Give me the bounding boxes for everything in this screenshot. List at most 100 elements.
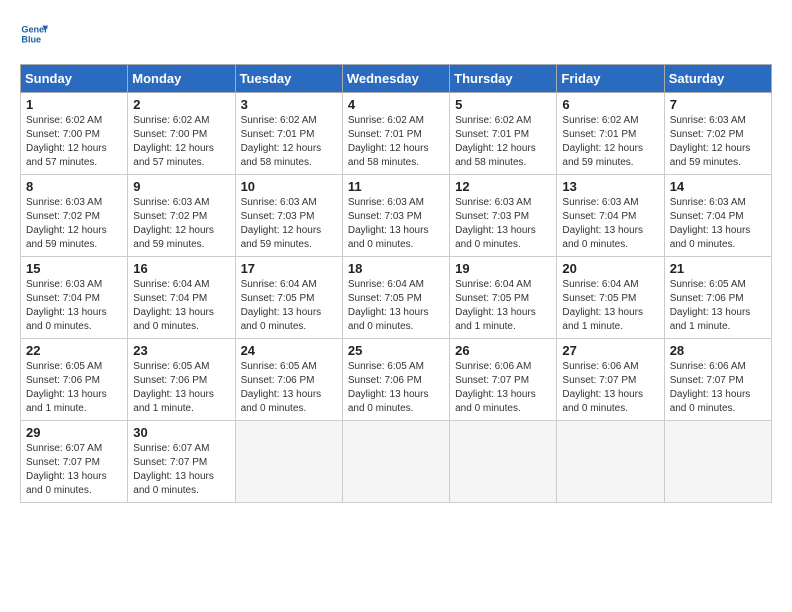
logo: General Blue	[20, 20, 52, 48]
day-info: Sunrise: 6:05 AM Sunset: 7:06 PM Dayligh…	[133, 360, 229, 416]
calendar-cell: 20 Sunrise: 6:04 AM Sunset: 7:05 PM Dayli…	[557, 257, 664, 339]
day-info: Sunrise: 6:04 AM Sunset: 7:05 PM Dayligh…	[348, 278, 444, 334]
day-info: Sunrise: 6:03 AM Sunset: 7:04 PM Dayligh…	[562, 196, 658, 252]
day-number: 3	[241, 97, 337, 112]
day-info: Sunrise: 6:05 AM Sunset: 7:06 PM Dayligh…	[670, 278, 766, 334]
day-info: Sunrise: 6:05 AM Sunset: 7:06 PM Dayligh…	[348, 360, 444, 416]
day-number: 19	[455, 261, 551, 276]
day-number: 5	[455, 97, 551, 112]
calendar-cell: 17 Sunrise: 6:04 AM Sunset: 7:05 PM Dayli…	[235, 257, 342, 339]
day-number: 11	[348, 179, 444, 194]
day-of-week-header: Sunday	[21, 65, 128, 93]
calendar-week-row: 15Sunrise: 6:03 AM Sunset: 7:04 PM Dayli…	[21, 257, 772, 339]
calendar-cell: 14 Sunrise: 6:03 AM Sunset: 7:04 PM Dayli…	[664, 175, 771, 257]
day-number: 29	[26, 425, 122, 440]
calendar-week-row: 1Sunrise: 6:02 AM Sunset: 7:00 PM Daylig…	[21, 93, 772, 175]
logo-icon: General Blue	[20, 20, 48, 48]
calendar-body: 1Sunrise: 6:02 AM Sunset: 7:00 PM Daylig…	[21, 93, 772, 503]
day-info: Sunrise: 6:03 AM Sunset: 7:03 PM Dayligh…	[241, 196, 337, 252]
calendar-header-row: SundayMondayTuesdayWednesdayThursdayFrid…	[21, 65, 772, 93]
day-number: 4	[348, 97, 444, 112]
day-number: 27	[562, 343, 658, 358]
day-number: 24	[241, 343, 337, 358]
day-info: Sunrise: 6:04 AM Sunset: 7:05 PM Dayligh…	[455, 278, 551, 334]
calendar-cell: 18 Sunrise: 6:04 AM Sunset: 7:05 PM Dayli…	[342, 257, 449, 339]
calendar-cell: 22Sunrise: 6:05 AM Sunset: 7:06 PM Dayli…	[21, 339, 128, 421]
calendar-cell: 28 Sunrise: 6:06 AM Sunset: 7:07 PM Dayli…	[664, 339, 771, 421]
calendar-cell: 13 Sunrise: 6:03 AM Sunset: 7:04 PM Dayli…	[557, 175, 664, 257]
day-number: 18	[348, 261, 444, 276]
calendar-cell: 8 Sunrise: 6:03 AM Sunset: 7:02 PM Daylig…	[21, 175, 128, 257]
day-of-week-header: Wednesday	[342, 65, 449, 93]
day-info: Sunrise: 6:02 AM Sunset: 7:01 PM Dayligh…	[455, 114, 551, 170]
day-of-week-header: Monday	[128, 65, 235, 93]
day-info: Sunrise: 6:02 AM Sunset: 7:00 PM Dayligh…	[26, 114, 122, 170]
day-info: Sunrise: 6:03 AM Sunset: 7:02 PM Dayligh…	[670, 114, 766, 170]
day-info: Sunrise: 6:05 AM Sunset: 7:06 PM Dayligh…	[241, 360, 337, 416]
day-number: 23	[133, 343, 229, 358]
calendar-cell: 29Sunrise: 6:07 AM Sunset: 7:07 PM Dayli…	[21, 421, 128, 503]
day-info: Sunrise: 6:04 AM Sunset: 7:05 PM Dayligh…	[562, 278, 658, 334]
calendar-cell	[342, 421, 449, 503]
svg-text:Blue: Blue	[21, 34, 41, 44]
calendar-cell: 5 Sunrise: 6:02 AM Sunset: 7:01 PM Daylig…	[450, 93, 557, 175]
day-number: 22	[26, 343, 122, 358]
calendar-cell: 23 Sunrise: 6:05 AM Sunset: 7:06 PM Dayli…	[128, 339, 235, 421]
calendar-week-row: 29 Sunrise: 6:07 AM Sunset: 7:07 PM Dayli…	[21, 421, 772, 503]
day-info: Sunrise: 6:04 AM Sunset: 7:05 PM Dayligh…	[241, 278, 337, 334]
calendar-cell: 15Sunrise: 6:03 AM Sunset: 7:04 PM Dayli…	[21, 257, 128, 339]
day-number: 10	[241, 179, 337, 194]
day-info: Sunrise: 6:03 AM Sunset: 7:04 PM Dayligh…	[26, 278, 122, 334]
day-number: 14	[670, 179, 766, 194]
day-info: Sunrise: 6:03 AM Sunset: 7:02 PM Dayligh…	[26, 196, 122, 252]
calendar-cell	[450, 421, 557, 503]
day-number: 20	[562, 261, 658, 276]
calendar-cell: 9 Sunrise: 6:03 AM Sunset: 7:02 PM Daylig…	[128, 175, 235, 257]
calendar-cell: 30 Sunrise: 6:07 AM Sunset: 7:07 PM Dayli…	[128, 421, 235, 503]
day-number: 8	[26, 179, 122, 194]
day-number: 2	[133, 97, 229, 112]
calendar-cell: 27 Sunrise: 6:06 AM Sunset: 7:07 PM Dayli…	[557, 339, 664, 421]
day-number: 25	[348, 343, 444, 358]
day-number: 12	[455, 179, 551, 194]
page-header: General Blue	[20, 20, 772, 48]
calendar-week-row: 22 Sunrise: 6:05 AM Sunset: 7:06 PM Dayli…	[21, 339, 772, 421]
calendar-table: SundayMondayTuesdayWednesdayThursdayFrid…	[20, 64, 772, 503]
calendar-cell: 12 Sunrise: 6:03 AM Sunset: 7:03 PM Dayli…	[450, 175, 557, 257]
day-number: 28	[670, 343, 766, 358]
calendar-cell: 2 Sunrise: 6:02 AM Sunset: 7:00 PM Daylig…	[128, 93, 235, 175]
day-number: 13	[562, 179, 658, 194]
calendar-cell	[664, 421, 771, 503]
day-number: 9	[133, 179, 229, 194]
day-info: Sunrise: 6:02 AM Sunset: 7:00 PM Dayligh…	[133, 114, 229, 170]
calendar-cell: 3 Sunrise: 6:02 AM Sunset: 7:01 PM Daylig…	[235, 93, 342, 175]
day-number: 17	[241, 261, 337, 276]
day-of-week-header: Saturday	[664, 65, 771, 93]
calendar-cell: 6Sunrise: 6:02 AM Sunset: 7:01 PM Daylig…	[557, 93, 664, 175]
day-of-week-header: Friday	[557, 65, 664, 93]
day-number: 26	[455, 343, 551, 358]
calendar-cell: 19 Sunrise: 6:04 AM Sunset: 7:05 PM Dayli…	[450, 257, 557, 339]
day-info: Sunrise: 6:04 AM Sunset: 7:04 PM Dayligh…	[133, 278, 229, 334]
day-number: 7	[670, 97, 766, 112]
day-of-week-header: Thursday	[450, 65, 557, 93]
day-info: Sunrise: 6:06 AM Sunset: 7:07 PM Dayligh…	[670, 360, 766, 416]
calendar-cell: 21 Sunrise: 6:05 AM Sunset: 7:06 PM Dayli…	[664, 257, 771, 339]
day-info: Sunrise: 6:07 AM Sunset: 7:07 PM Dayligh…	[133, 442, 229, 498]
day-number: 30	[133, 425, 229, 440]
day-info: Sunrise: 6:03 AM Sunset: 7:04 PM Dayligh…	[670, 196, 766, 252]
calendar-cell: 26 Sunrise: 6:06 AM Sunset: 7:07 PM Dayli…	[450, 339, 557, 421]
day-info: Sunrise: 6:02 AM Sunset: 7:01 PM Dayligh…	[241, 114, 337, 170]
day-info: Sunrise: 6:02 AM Sunset: 7:01 PM Dayligh…	[562, 114, 658, 170]
day-info: Sunrise: 6:03 AM Sunset: 7:03 PM Dayligh…	[455, 196, 551, 252]
day-info: Sunrise: 6:06 AM Sunset: 7:07 PM Dayligh…	[562, 360, 658, 416]
day-info: Sunrise: 6:03 AM Sunset: 7:03 PM Dayligh…	[348, 196, 444, 252]
day-number: 21	[670, 261, 766, 276]
day-info: Sunrise: 6:03 AM Sunset: 7:02 PM Dayligh…	[133, 196, 229, 252]
day-info: Sunrise: 6:06 AM Sunset: 7:07 PM Dayligh…	[455, 360, 551, 416]
calendar-cell: 1Sunrise: 6:02 AM Sunset: 7:00 PM Daylig…	[21, 93, 128, 175]
calendar-week-row: 8 Sunrise: 6:03 AM Sunset: 7:02 PM Daylig…	[21, 175, 772, 257]
calendar-cell	[557, 421, 664, 503]
calendar-cell: 24 Sunrise: 6:05 AM Sunset: 7:06 PM Dayli…	[235, 339, 342, 421]
day-number: 16	[133, 261, 229, 276]
